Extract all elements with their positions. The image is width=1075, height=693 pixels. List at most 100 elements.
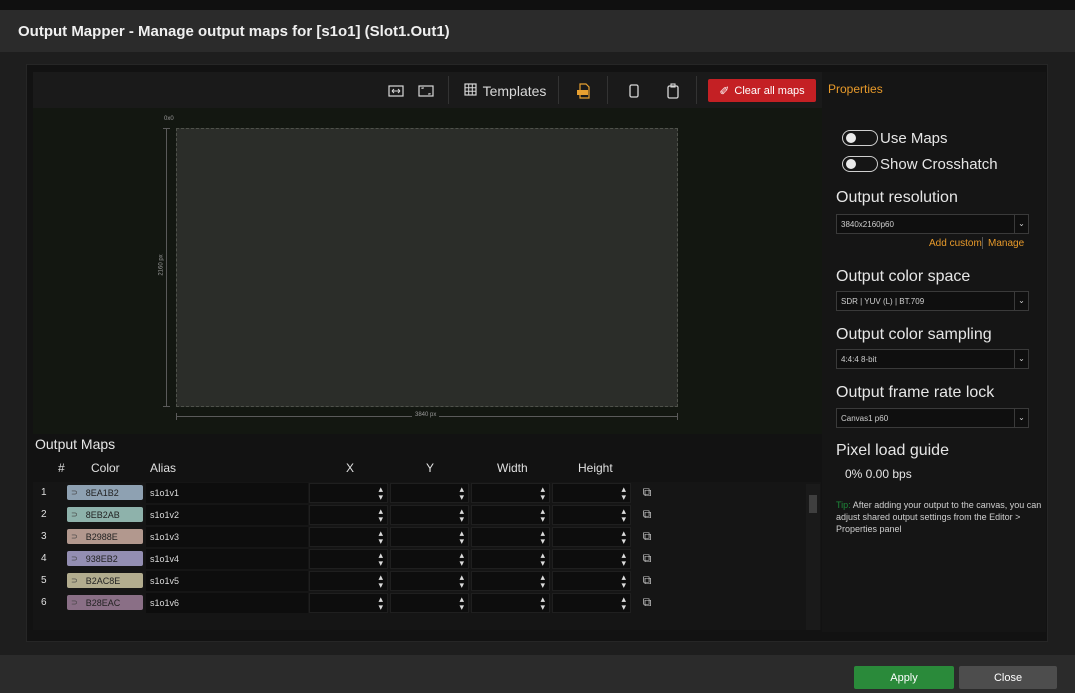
spinner-icon[interactable]: ▴ ▾ <box>621 529 626 546</box>
spinner-icon[interactable]: ▴ ▾ <box>621 507 626 524</box>
table-row[interactable]: 1 ⊃ 8EA1B2 s1o1v1 ▴ ▾ ▴ ▾ ▴ ▾ ▴ ▾ ⧉ <box>33 482 805 504</box>
fit-screen-icon[interactable] <box>416 81 436 101</box>
apply-button[interactable]: Apply <box>854 666 954 689</box>
alias-input[interactable]: s1o1v3 <box>146 527 308 547</box>
spinner-icon[interactable]: ▴ ▾ <box>621 485 626 502</box>
svg-export-icon[interactable] <box>574 81 594 101</box>
height-input[interactable]: ▴ ▾ <box>552 571 631 591</box>
color-swatch[interactable]: ⊃ B2AC8E <box>67 573 143 588</box>
edit-map-icon[interactable]: ⧉ <box>639 551 655 567</box>
edit-map-icon[interactable]: ⧉ <box>639 485 655 501</box>
alias-input[interactable]: s1o1v1 <box>146 483 308 503</box>
spinner-icon[interactable]: ▴ ▾ <box>540 595 545 612</box>
spinner-icon[interactable]: ▴ ▾ <box>540 573 545 590</box>
alias-input[interactable]: s1o1v5 <box>146 571 308 591</box>
eyedropper-icon: ⊃ <box>71 510 78 519</box>
spinner-icon[interactable]: ▴ ▾ <box>459 529 464 546</box>
y-input[interactable]: ▴ ▾ <box>390 527 469 547</box>
color-swatch[interactable]: ⊃ 8EA1B2 <box>67 485 143 500</box>
edit-map-icon[interactable]: ⧉ <box>639 595 655 611</box>
x-input[interactable]: ▴ ▾ <box>309 593 388 613</box>
spinner-icon[interactable]: ▴ ▾ <box>459 551 464 568</box>
show-crosshatch-toggle[interactable] <box>842 156 878 172</box>
properties-tab[interactable]: Properties <box>828 82 883 96</box>
use-maps-toggle[interactable] <box>842 130 878 146</box>
copy-icon[interactable] <box>626 81 642 101</box>
width-input[interactable]: ▴ ▾ <box>471 593 550 613</box>
y-input[interactable]: ▴ ▾ <box>390 593 469 613</box>
height-input[interactable]: ▴ ▾ <box>552 593 631 613</box>
add-custom-link[interactable]: Add custom <box>929 238 982 249</box>
spinner-icon[interactable]: ▴ ▾ <box>378 529 383 546</box>
spinner-icon[interactable]: ▴ ▾ <box>378 595 383 612</box>
x-input[interactable]: ▴ ▾ <box>309 571 388 591</box>
width-input[interactable]: ▴ ▾ <box>471 483 550 503</box>
height-input[interactable]: ▴ ▾ <box>552 549 631 569</box>
table-row[interactable]: 4 ⊃ 938EB2 s1o1v4 ▴ ▾ ▴ ▾ ▴ ▾ ▴ ▾ ⧉ <box>33 548 805 570</box>
y-input[interactable]: ▴ ▾ <box>390 483 469 503</box>
edit-map-icon[interactable]: ⧉ <box>639 507 655 523</box>
output-frame-rate-lock-heading: Output frame rate lock <box>836 384 995 401</box>
spinner-icon[interactable]: ▴ ▾ <box>540 485 545 502</box>
table-row[interactable]: 5 ⊃ B2AC8E s1o1v5 ▴ ▾ ▴ ▾ ▴ ▾ ▴ ▾ ⧉ <box>33 570 805 592</box>
height-input[interactable]: ▴ ▾ <box>552 527 631 547</box>
column-header-color: Color <box>91 461 120 475</box>
width-input[interactable]: ▴ ▾ <box>471 549 550 569</box>
color-swatch[interactable]: ⊃ 938EB2 <box>67 551 143 566</box>
output-resolution-select[interactable]: 3840x2160p60 ⌄ <box>836 214 1029 234</box>
table-scrollbar-thumb[interactable] <box>809 495 817 513</box>
output-frame-rate-lock-select[interactable]: Canvas1 p60 ⌄ <box>836 408 1029 428</box>
spinner-icon[interactable]: ▴ ▾ <box>378 573 383 590</box>
close-button[interactable]: Close <box>959 666 1057 689</box>
spinner-icon[interactable]: ▴ ▾ <box>540 529 545 546</box>
grid-icon <box>463 83 477 99</box>
x-input[interactable]: ▴ ▾ <box>309 505 388 525</box>
window-title: Output Mapper - Manage output maps for [… <box>18 23 450 40</box>
x-input[interactable]: ▴ ▾ <box>309 527 388 547</box>
fit-width-icon[interactable] <box>386 81 406 101</box>
spinner-icon[interactable]: ▴ ▾ <box>378 551 383 568</box>
height-input[interactable]: ▴ ▾ <box>552 505 631 525</box>
table-row[interactable]: 6 ⊃ B28EAC s1o1v6 ▴ ▾ ▴ ▾ ▴ ▾ ▴ ▾ ⧉ <box>33 592 805 614</box>
color-swatch[interactable]: ⊃ B2988E <box>67 529 143 544</box>
height-input[interactable]: ▴ ▾ <box>552 483 631 503</box>
color-swatch[interactable]: ⊃ B28EAC <box>67 595 143 610</box>
spinner-icon[interactable]: ▴ ▾ <box>459 485 464 502</box>
spinner-icon[interactable]: ▴ ▾ <box>459 573 464 590</box>
output-color-sampling-select[interactable]: 4:4:4 8-bit ⌄ <box>836 349 1029 369</box>
spinner-icon[interactable]: ▴ ▾ <box>621 573 626 590</box>
spinner-icon[interactable]: ▴ ▾ <box>459 507 464 524</box>
y-input[interactable]: ▴ ▾ <box>390 549 469 569</box>
ruler-tick <box>163 128 170 129</box>
x-input[interactable]: ▴ ▾ <box>309 549 388 569</box>
clear-all-maps-button[interactable]: ✐ Clear all maps <box>708 79 816 102</box>
width-input[interactable]: ▴ ▾ <box>471 527 550 547</box>
alias-input[interactable]: s1o1v4 <box>146 549 308 569</box>
spinner-icon[interactable]: ▴ ▾ <box>621 595 626 612</box>
spinner-icon[interactable]: ▴ ▾ <box>459 595 464 612</box>
width-input[interactable]: ▴ ▾ <box>471 505 550 525</box>
table-row[interactable]: 3 ⊃ B2988E s1o1v3 ▴ ▾ ▴ ▾ ▴ ▾ ▴ ▾ ⧉ <box>33 526 805 548</box>
paste-icon[interactable] <box>665 81 681 101</box>
output-color-space-select[interactable]: SDR | YUV (L) | BT.709 ⌄ <box>836 291 1029 311</box>
toggle-knob <box>846 133 856 143</box>
spinner-icon[interactable]: ▴ ▾ <box>378 507 383 524</box>
width-input[interactable]: ▴ ▾ <box>471 571 550 591</box>
y-input[interactable]: ▴ ▾ <box>390 505 469 525</box>
output-canvas-rect[interactable] <box>176 128 678 407</box>
spinner-icon[interactable]: ▴ ▾ <box>378 485 383 502</box>
alias-input[interactable]: s1o1v2 <box>146 505 308 525</box>
y-input[interactable]: ▴ ▾ <box>390 571 469 591</box>
color-swatch[interactable]: ⊃ 8EB2AB <box>67 507 143 522</box>
edit-map-icon[interactable]: ⧉ <box>639 573 655 589</box>
templates-button[interactable]: Templates <box>461 81 549 101</box>
spinner-icon[interactable]: ▴ ▾ <box>621 551 626 568</box>
manage-link[interactable]: Manage <box>988 238 1024 249</box>
alias-input[interactable]: s1o1v6 <box>146 593 308 613</box>
edit-map-icon[interactable]: ⧉ <box>639 529 655 545</box>
table-row[interactable]: 2 ⊃ 8EB2AB s1o1v2 ▴ ▾ ▴ ▾ ▴ ▾ ▴ ▾ ⧉ <box>33 504 805 526</box>
x-input[interactable]: ▴ ▾ <box>309 483 388 503</box>
color-hex-label: B28EAC <box>85 597 121 608</box>
spinner-icon[interactable]: ▴ ▾ <box>540 551 545 568</box>
spinner-icon[interactable]: ▴ ▾ <box>540 507 545 524</box>
